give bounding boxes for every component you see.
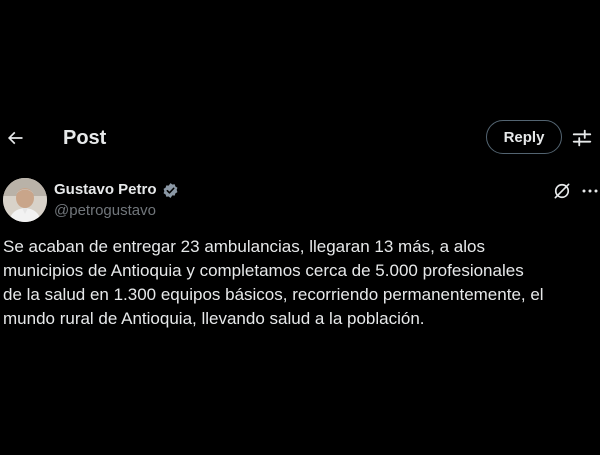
tweet-line: de la salud en 1.300 equipos básicos, re…: [3, 285, 544, 304]
more-button[interactable]: [580, 180, 600, 202]
author-name[interactable]: Gustavo Petro: [54, 180, 157, 200]
arrow-left-icon: [5, 128, 25, 148]
author-handle[interactable]: @petrogustavo: [54, 201, 156, 221]
tweet-line: mundo rural de Antioquia, llevando salud…: [3, 309, 425, 328]
grok-icon: [552, 181, 572, 201]
tweet-line: Se acaban de entregar 23 ambulancias, ll…: [3, 237, 485, 256]
grok-button[interactable]: [551, 180, 573, 202]
filter-button[interactable]: [568, 124, 596, 152]
avatar[interactable]: [3, 178, 47, 222]
back-button[interactable]: [0, 120, 30, 156]
verified-badge-icon: [162, 182, 179, 199]
post-header: Post Reply: [0, 112, 600, 164]
reply-button[interactable]: Reply: [486, 120, 562, 154]
page-title: Post: [63, 127, 107, 149]
tweet-text: Se acaban de entregar 23 ambulancias, ll…: [3, 235, 597, 331]
tweet-line: municipios de Antioquia y completamos ce…: [3, 261, 524, 280]
more-dots-icon: [581, 182, 599, 200]
sliders-icon: [571, 127, 593, 149]
author-block: Gustavo Petro @petrogustavo: [0, 176, 600, 226]
